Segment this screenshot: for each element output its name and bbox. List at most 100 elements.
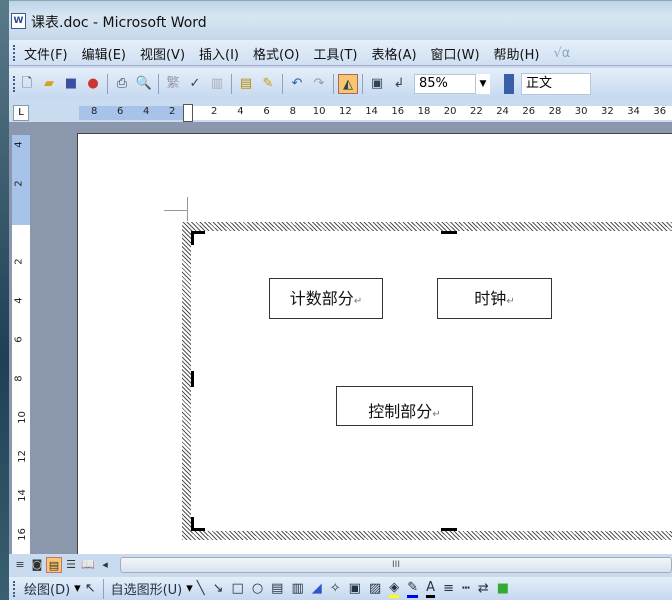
- reading-view-icon[interactable]: 📖: [80, 557, 96, 573]
- standard-toolbar: 🗋 ▰ ■ ● ⎙ 🔍 繁 ✓ ▥ ▤ ✎ ↶ ↷ ◭ ▣ ↲ 85% ▼ 正文: [9, 68, 672, 100]
- desktop-edge: [0, 0, 9, 600]
- ruler-tick-label: 24: [496, 106, 509, 117]
- research-icon[interactable]: ▥: [207, 74, 227, 94]
- diagram-icon[interactable]: ✧: [330, 581, 341, 596]
- tab-selector[interactable]: L: [13, 105, 29, 121]
- ruler-tick-label: 4: [237, 106, 244, 117]
- clipart-icon[interactable]: ▣: [349, 581, 361, 596]
- textbox-icon[interactable]: ▤: [271, 581, 283, 596]
- ruler-tick-label: 2: [13, 258, 25, 265]
- document-page[interactable]: 计数部分↵ 时钟↵ 控制部分↵: [77, 133, 672, 554]
- ruler-tick-label: 16: [16, 528, 28, 541]
- window-title: 课表.doc - Microsoft Word: [31, 15, 207, 31]
- zoom-combobox[interactable]: 85%: [414, 74, 476, 94]
- menu-view[interactable]: 视图(V): [140, 44, 185, 63]
- oval-icon[interactable]: ○: [252, 581, 263, 596]
- menu-format[interactable]: 格式(O): [253, 44, 299, 63]
- paste-icon[interactable]: ▤: [236, 74, 256, 94]
- traditional-chinese-icon[interactable]: 繁: [163, 74, 183, 94]
- format-painter-icon[interactable]: ✎: [258, 74, 278, 94]
- save-icon[interactable]: ■: [61, 74, 81, 94]
- shadow-icon[interactable]: ■: [497, 581, 509, 596]
- grip-handle[interactable]: [13, 580, 16, 597]
- ruler-tick-label: 12: [16, 450, 28, 463]
- menu-tools[interactable]: 工具(T): [313, 44, 357, 63]
- spelling-icon[interactable]: ✓: [185, 74, 205, 94]
- view-bar: ≡ ◙ ▤ ☰ 📖 ◂ III: [9, 554, 672, 576]
- ruler-tick-label: 16: [391, 106, 405, 117]
- document-area: 4 2 2 4 6 8 10 12 14 16 计数部分↵ 时钟↵ 控制部分↵: [9, 122, 672, 565]
- chevron-down-icon[interactable]: ▼: [476, 74, 490, 94]
- text-box-clock[interactable]: 时钟↵: [437, 278, 552, 319]
- ruler-tick-label: 26: [522, 106, 536, 117]
- toolbar-options-icon[interactable]: [504, 74, 514, 94]
- open-folder-icon[interactable]: ▰: [39, 74, 59, 94]
- style-combobox[interactable]: 正文: [521, 73, 591, 95]
- ruler-tick-label: 2: [13, 180, 25, 187]
- title-bar: W 课表.doc - Microsoft Word: [9, 0, 672, 40]
- equation-icon[interactable]: √α: [553, 46, 570, 61]
- ruler-tick-label: 30: [574, 106, 588, 117]
- vertical-textbox-icon[interactable]: ▥: [291, 581, 303, 596]
- menu-file[interactable]: 文件(F): [24, 44, 68, 63]
- picture-icon[interactable]: ▨: [369, 581, 381, 596]
- menu-bar: 文件(F) 编辑(E) 视图(V) 插入(I) 格式(O) 工具(T) 表格(A…: [9, 40, 672, 66]
- word-doc-icon: W: [11, 13, 26, 29]
- draw-menu[interactable]: 绘图(D): [24, 579, 70, 598]
- undo-icon[interactable]: ↶: [287, 74, 307, 94]
- line-style-icon[interactable]: ≡: [443, 581, 454, 596]
- crosshair-cursor-v: [187, 197, 188, 221]
- ruler-tick-label: 4: [13, 297, 25, 304]
- ruler-tick-label: 14: [16, 489, 28, 502]
- ruler-tick-label: 28: [548, 106, 562, 117]
- word-window: W 课表.doc - Microsoft Word 文件(F) 编辑(E) 视图…: [9, 0, 672, 600]
- fill-color-icon[interactable]: ◈: [389, 580, 400, 598]
- arrow-style-icon[interactable]: ⇄: [478, 581, 489, 596]
- document-map-icon[interactable]: ▣: [367, 74, 387, 94]
- grip-handle[interactable]: [13, 45, 16, 61]
- print-layout-icon[interactable]: ▤: [46, 557, 62, 573]
- outline-view-icon[interactable]: ☰: [63, 557, 79, 573]
- autoshapes-menu[interactable]: 自选图形(U): [111, 579, 183, 598]
- print-preview-icon[interactable]: 🔍: [134, 74, 154, 94]
- drawing-canvas[interactable]: 计数部分↵ 时钟↵ 控制部分↵: [182, 222, 672, 540]
- font-color-icon[interactable]: A: [426, 580, 436, 598]
- ruler-tick-label: 20: [443, 106, 457, 117]
- horizontal-scrollbar[interactable]: III: [120, 557, 672, 573]
- menu-window[interactable]: 窗口(W): [431, 44, 480, 63]
- permission-icon[interactable]: ●: [83, 74, 103, 94]
- ruler-tick-label: 6: [117, 106, 124, 117]
- menu-edit[interactable]: 编辑(E): [82, 44, 126, 63]
- web-view-icon[interactable]: ◙: [29, 557, 45, 573]
- ruler-tick-label: 4: [13, 141, 25, 148]
- ruler-tick-label: 2: [211, 106, 218, 117]
- show-hide-icon[interactable]: ↲: [389, 74, 409, 94]
- ruler-tick-label: 14: [365, 106, 378, 117]
- vertical-ruler[interactable]: 4 2 2 4 6 8 10 12 14 16: [12, 135, 30, 565]
- indent-marker[interactable]: [183, 104, 193, 122]
- ruler-tick-label: 18: [417, 106, 431, 117]
- dash-style-icon[interactable]: ┅: [462, 581, 470, 596]
- grip-handle[interactable]: [13, 76, 16, 92]
- menu-insert[interactable]: 插入(I): [199, 44, 239, 63]
- drawing-toggle-icon[interactable]: ◭: [338, 74, 358, 94]
- new-document-icon[interactable]: 🗋: [17, 74, 37, 94]
- redo-icon[interactable]: ↷: [309, 74, 329, 94]
- print-icon[interactable]: ⎙: [112, 74, 132, 94]
- text-box-control[interactable]: 控制部分↵: [336, 386, 473, 426]
- ruler-tick-label: 8: [91, 106, 98, 117]
- line-color-icon[interactable]: ✎: [407, 580, 419, 598]
- select-pointer-icon[interactable]: ↖: [85, 581, 96, 596]
- line-icon[interactable]: ╲: [197, 581, 205, 596]
- arrow-icon[interactable]: ↘: [213, 581, 224, 596]
- text-box-counter[interactable]: 计数部分↵: [269, 278, 383, 319]
- horizontal-ruler[interactable]: L 8 6 4 2 2 4 6 8 10 12 14 16 18 20 22 24 26 28 30 32 34 36: [9, 104, 672, 122]
- ruler-tick-label: 10: [312, 106, 326, 117]
- menu-help[interactable]: 帮助(H): [494, 44, 540, 63]
- wordart-icon[interactable]: ◢: [312, 581, 322, 596]
- scroll-left-icon[interactable]: ◂: [97, 557, 113, 573]
- normal-view-icon[interactable]: ≡: [12, 557, 28, 573]
- menu-table[interactable]: 表格(A): [372, 44, 417, 63]
- drawing-toolbar: 绘图(D) ▾ ↖ 自选图形(U) ▾ ╲ ↘ □ ○ ▤ ▥ ◢ ✧ ▣ ▨ ◈ …: [9, 577, 672, 600]
- rectangle-icon[interactable]: □: [232, 581, 244, 596]
